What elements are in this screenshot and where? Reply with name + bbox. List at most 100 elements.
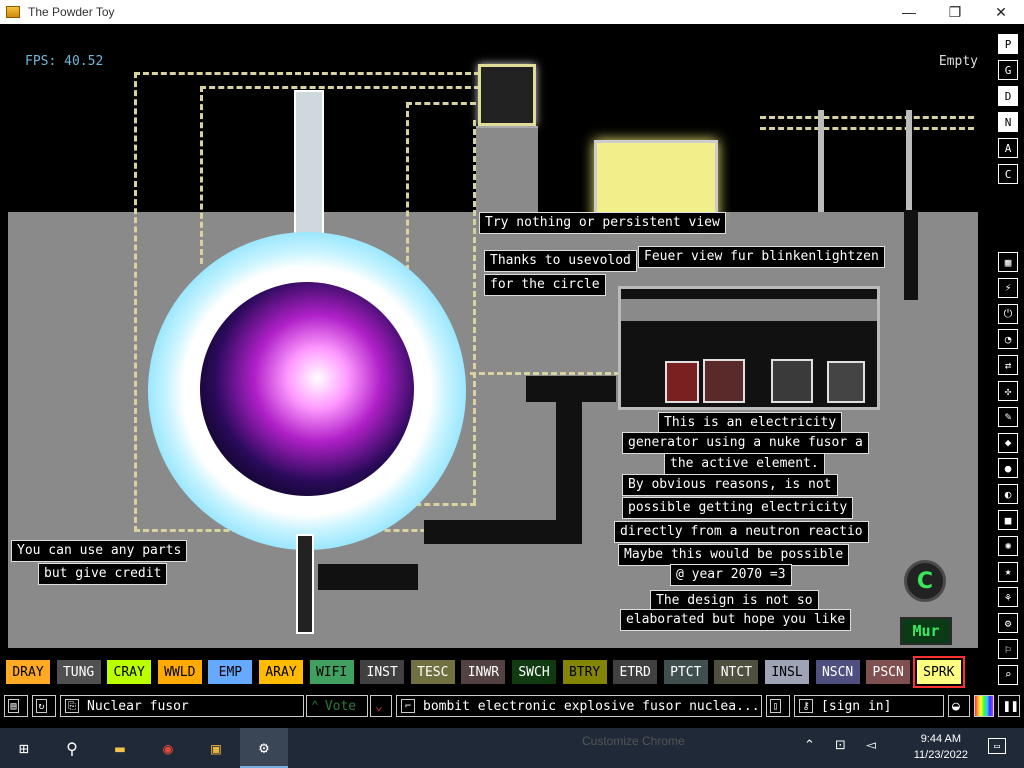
note-desc-10: elaborated but hope you like xyxy=(620,609,852,631)
sensors-menu-icon[interactable]: ⇄ xyxy=(998,355,1018,376)
tool-menu-icon[interactable]: ▦ xyxy=(998,252,1018,272)
powerline-top xyxy=(760,116,974,130)
element-emp[interactable]: EMP xyxy=(208,660,253,684)
tags-field[interactable]: ⌐ bombit electronic explosive fusor nucl… xyxy=(396,695,762,717)
power-menu-icon[interactable]: ⚡ xyxy=(998,277,1018,298)
powders-menu-icon[interactable]: ◐ xyxy=(998,484,1018,505)
electronics-menu-icon[interactable]: ⏻ xyxy=(998,303,1018,324)
note-persistent: Try nothing or persistent view xyxy=(479,212,726,234)
element-inwr[interactable]: INWR xyxy=(461,660,506,684)
settings-icon: ◒ xyxy=(952,698,960,714)
element-ptct[interactable]: PTCT xyxy=(663,660,708,684)
right-sidebar: P G D N A C ▦ ⚡ ⏻ ◔ ⇄ ✣ ✎ ◆ ● ◐ ■ ✺ ★ ⚘ ⚙ ⚐ ⌕ xyxy=(996,24,1024,720)
note-desc-1: This is an electricity xyxy=(658,412,843,434)
view-mode-g[interactable]: G xyxy=(998,60,1018,80)
folder-icon: ▤ xyxy=(8,699,19,713)
file-explorer-button[interactable]: ▬ xyxy=(96,728,144,768)
powered-menu-icon[interactable]: ◔ xyxy=(998,329,1018,350)
favorites-menu-icon[interactable]: ⚐ xyxy=(998,639,1018,659)
settings-button[interactable]: ◒ xyxy=(948,695,970,717)
solids-menu-icon[interactable]: ■ xyxy=(998,510,1018,530)
save-name-field[interactable]: ⎘ Nuclear fusor xyxy=(60,695,304,717)
explosives-menu-icon[interactable]: ✎ xyxy=(998,406,1018,427)
tools-menu-icon[interactable]: ⚙ xyxy=(998,613,1018,634)
powder-toy-button[interactable]: ▣ xyxy=(192,728,240,768)
note-desc-4: By obvious reasons, is not xyxy=(622,474,838,496)
start-button[interactable]: ⊞ xyxy=(0,728,48,768)
system-tray[interactable]: ⌃ ⊡ ◅ xyxy=(804,738,884,753)
view-mode-a[interactable]: A xyxy=(998,138,1018,158)
element-btry[interactable]: BTRY xyxy=(562,660,607,684)
view-mode-n[interactable]: N xyxy=(998,112,1018,132)
element-etrd[interactable]: ETRD xyxy=(613,660,658,684)
pause-button[interactable]: ❚❚ xyxy=(998,695,1020,717)
view-mode-c[interactable]: C xyxy=(998,164,1018,184)
renderer-button[interactable] xyxy=(974,695,994,717)
tunnel-lower xyxy=(424,520,582,544)
station-machine-3 xyxy=(771,359,813,403)
note-thanks-1: Thanks to usevolod xyxy=(484,250,637,272)
wire-bottom xyxy=(468,120,476,504)
tag-icon: ⌐ xyxy=(401,699,415,713)
note-feuer: Feuer view fur blinkenlightzen xyxy=(638,246,885,268)
transformer xyxy=(594,140,718,222)
element-tesc[interactable]: TESC xyxy=(410,660,455,684)
note-desc-5: possible getting electricity xyxy=(622,497,854,519)
element-pscn[interactable]: PSCN xyxy=(866,660,911,684)
feed-line xyxy=(904,210,918,300)
mur-badge: Mur xyxy=(900,617,952,645)
view-mode-d[interactable]: D xyxy=(998,86,1018,106)
vote-down-button[interactable]: ⌄ xyxy=(370,695,392,717)
element-sprk[interactable]: SPRK xyxy=(912,656,965,688)
element-aray[interactable]: ARAY xyxy=(259,660,303,684)
liquids-menu-icon[interactable]: ● xyxy=(998,458,1018,479)
element-tung[interactable]: TUNG xyxy=(56,660,101,684)
element-cray[interactable]: CRAY xyxy=(107,660,152,684)
gas-menu-icon[interactable]: ◆ xyxy=(998,432,1018,453)
power-pole xyxy=(818,110,824,212)
generator-station xyxy=(618,286,880,410)
tunnel-bottom xyxy=(318,564,418,590)
top-pillar xyxy=(294,90,324,250)
reload-button[interactable]: ↻ xyxy=(32,695,56,717)
sign-in-button[interactable]: ⚷ [sign in] xyxy=(794,695,944,717)
radioactive-menu-icon[interactable]: ✺ xyxy=(998,535,1018,556)
open-save-button[interactable]: ▤ xyxy=(4,695,28,717)
life-menu-icon[interactable]: ⚘ xyxy=(998,587,1018,608)
element-swch[interactable]: SWCH xyxy=(512,660,556,684)
search-menu-icon[interactable]: ⌕ xyxy=(998,664,1018,685)
tunnel-vertical xyxy=(556,378,582,542)
special-menu-icon[interactable]: ★ xyxy=(998,561,1018,582)
simulation-canvas[interactable]: FPS: 40.52 Empty Try nothing or persiste… xyxy=(0,24,996,656)
bottom-toolbar: ▤ ↻ ⎘ Nuclear fusor ⌃ Vote ⌄ ⌐ bombit el… xyxy=(0,692,1024,720)
element-wifi[interactable]: WIFI xyxy=(309,660,354,684)
customize-chrome-ghost: Customize Chrome xyxy=(582,734,685,748)
element-ntct[interactable]: NTCT xyxy=(714,660,759,684)
clock[interactable]: 9:44 AM 11/23/2022 xyxy=(914,731,968,763)
settings-app-button[interactable]: ⚙ xyxy=(240,728,288,768)
key-icon: ⚷ xyxy=(799,699,813,713)
station-shelf xyxy=(621,299,877,321)
element-insl[interactable]: INSL xyxy=(765,660,809,684)
note-desc-6: directly from a neutron reactio xyxy=(614,521,869,543)
note-desc-8: @ year 2070 =3 xyxy=(670,564,792,586)
force-menu-icon[interactable]: ✣ xyxy=(998,381,1018,401)
fusor-core xyxy=(200,282,414,496)
hover-element-label: Empty xyxy=(938,54,978,69)
minimize-button[interactable]: — xyxy=(886,0,932,24)
note-desc-3: the active element. xyxy=(664,453,825,475)
close-button[interactable]: ✕ xyxy=(978,0,1024,24)
element-wwld[interactable]: WWLD xyxy=(157,660,202,684)
view-mode-p[interactable]: P xyxy=(998,34,1018,54)
notification-icon[interactable]: ▭ xyxy=(988,738,1006,754)
element-nscn[interactable]: NSCN xyxy=(815,660,860,684)
sign-in-label: [sign in] xyxy=(821,698,892,714)
report-button[interactable]: ▯ xyxy=(766,695,790,717)
vote-up-button[interactable]: ⌃ Vote xyxy=(306,695,368,717)
element-inst[interactable]: INST xyxy=(360,660,405,684)
element-dray[interactable]: DRAY xyxy=(6,660,50,684)
note-desc-7: Maybe this would be possible xyxy=(618,544,850,566)
chrome-button[interactable]: ◉ xyxy=(144,728,192,768)
search-button[interactable]: ⚲ xyxy=(48,728,96,768)
maximize-button[interactable]: ❐ xyxy=(932,0,978,24)
